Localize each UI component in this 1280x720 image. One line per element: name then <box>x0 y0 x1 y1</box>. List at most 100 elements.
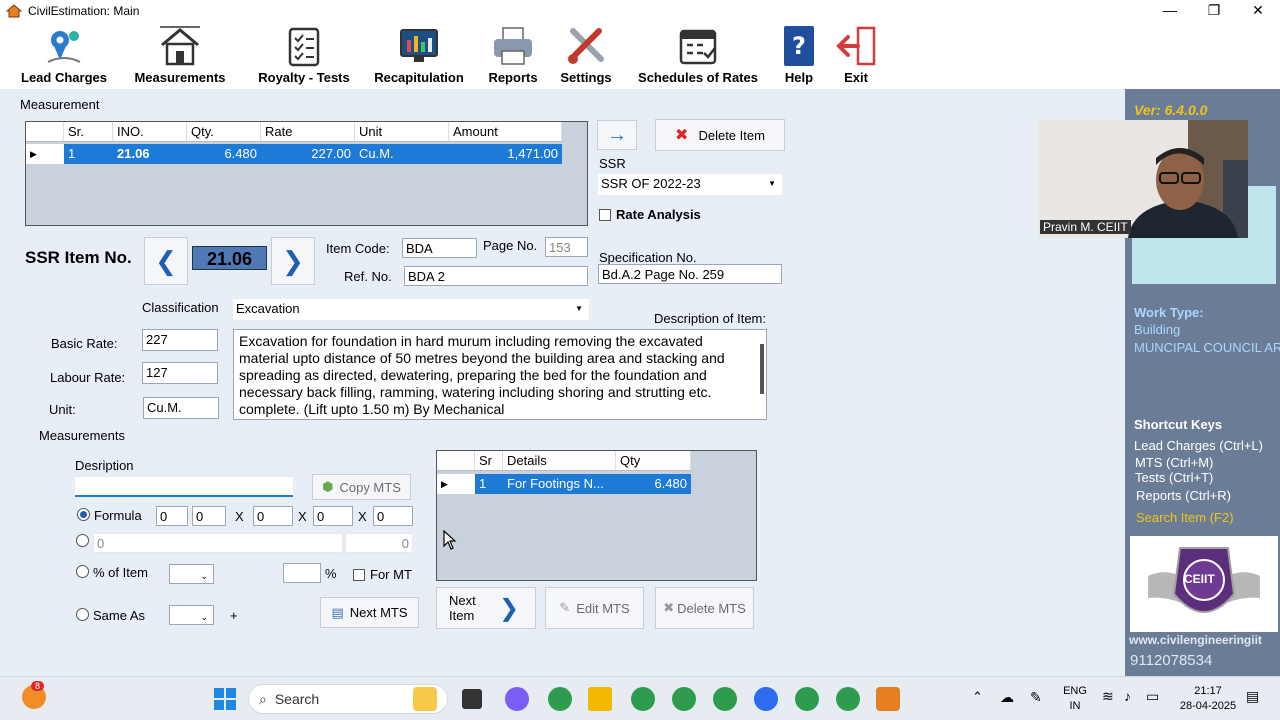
minimize-button[interactable]: — <box>1148 0 1192 22</box>
formula-radio[interactable] <box>77 508 90 521</box>
pct-of-item-radio[interactable] <box>76 565 89 578</box>
formula-value-4[interactable]: 0 <box>313 506 353 526</box>
edit-mts-label: Edit MTS <box>576 600 630 616</box>
item-code-field[interactable]: BDA <box>402 238 477 258</box>
version-text: Ver: 6.4.0.0 <box>1134 102 1208 118</box>
percent-sign: % <box>325 566 337 581</box>
formula-value-3[interactable]: 0 <box>253 506 293 526</box>
free-formula-radio[interactable] <box>76 534 89 547</box>
chrome-profile-c-icon[interactable] <box>672 687 696 711</box>
clock-date[interactable]: 28-04-2025 <box>1176 700 1240 712</box>
labour-rate-field[interactable]: 127 <box>142 362 218 384</box>
formula-value-5[interactable]: 0 <box>373 506 413 526</box>
file-explorer-icon[interactable] <box>588 687 612 711</box>
notification-bell-icon[interactable]: ▤ <box>1246 688 1259 705</box>
shortcut-mts[interactable]: MTS (Ctrl+M) <box>1135 455 1213 470</box>
row-header-cell <box>26 122 64 141</box>
next-item-button[interactable]: Next Item ❯ <box>436 587 536 629</box>
pct-item-select[interactable]: ⌄ <box>169 564 214 584</box>
lead-charges-button[interactable]: Lead Charges <box>18 24 110 88</box>
widgets-icon[interactable] <box>413 687 437 711</box>
pct-value-field[interactable] <box>283 563 321 583</box>
language-top[interactable]: ENG <box>1062 685 1088 697</box>
same-as-radio[interactable] <box>76 608 89 621</box>
exit-button[interactable]: Exit <box>834 24 878 88</box>
mts-description-field[interactable] <box>75 477 293 497</box>
ssr-item-number[interactable]: 21.06 <box>192 246 267 270</box>
delete-item-button[interactable]: ✖ Delete Item <box>655 119 785 151</box>
chrome-profile-k-icon[interactable] <box>631 687 655 711</box>
formula-value-1[interactable]: 0 <box>156 506 188 526</box>
page-no-field[interactable]: 153 <box>545 237 588 257</box>
same-as-select[interactable]: ⌄ <box>169 605 214 625</box>
pen-icon[interactable]: ✎ <box>1030 689 1042 706</box>
classification-select[interactable]: Excavation ▼ <box>233 299 589 320</box>
ref-no-field[interactable]: BDA 2 <box>404 266 588 286</box>
shortcut-reports[interactable]: Reports (Ctrl+R) <box>1136 488 1231 503</box>
measurement-grid[interactable]: Sr. INO. Qty. Rate Unit Amount ▶ 1 21.06… <box>25 121 588 226</box>
shortcut-keys-title: Shortcut Keys <box>1134 417 1223 432</box>
recapitulation-button[interactable]: Recapitulation <box>370 24 468 88</box>
chrome-profile-p-icon[interactable] <box>713 687 737 711</box>
windows-start-icon[interactable] <box>213 687 237 711</box>
chevron-right-icon: ❯ <box>499 594 520 622</box>
language-bottom[interactable]: IN <box>1062 700 1088 712</box>
zoom-icon[interactable] <box>754 687 778 711</box>
next-mts-button[interactable]: ▤ Next MTS <box>320 597 419 628</box>
search-item-shortcut[interactable]: Search Item (F2) <box>1136 510 1234 525</box>
chevron-down-icon: ⌄ <box>200 612 208 622</box>
delete-mts-label: Delete MTS <box>677 600 746 616</box>
cell-unit: Cu.M. <box>355 144 449 164</box>
maximize-button[interactable]: ❐ <box>1192 0 1236 22</box>
description-textarea[interactable]: Excavation for foundation in hard murum … <box>233 329 767 420</box>
help-button[interactable]: ? Help <box>780 24 818 88</box>
basic-rate-field[interactable]: 227 <box>142 329 218 351</box>
mts-grid[interactable]: Sr Details Qty ▶ 1 For Footings N... 6.4… <box>436 450 757 581</box>
labour-rate-label: Labour Rate: <box>50 370 126 385</box>
transfer-arrow-button[interactable]: → <box>597 120 637 150</box>
civil-estimation-app-icon[interactable] <box>876 687 900 711</box>
delete-mts-button[interactable]: ✖ Delete MTS <box>655 587 754 629</box>
tool-label: Settings <box>560 70 612 85</box>
unit-field[interactable]: Cu.M. <box>143 397 219 419</box>
task-view-icon[interactable] <box>462 689 482 709</box>
measurements-button[interactable]: Measurements <box>130 24 230 88</box>
for-mt-checkbox[interactable] <box>353 569 365 581</box>
battery-icon[interactable]: ▭ <box>1146 688 1159 705</box>
copy-mts-button[interactable]: ⬢ Copy MTS <box>312 474 411 500</box>
wifi-icon[interactable]: ≋ <box>1102 688 1114 705</box>
shortcut-tests[interactable]: Tests (Ctrl+T) <box>1135 470 1213 485</box>
ssr-select[interactable]: SSR OF 2022-23 ▼ <box>598 174 782 195</box>
measurements-section-label: Measurements <box>39 428 125 443</box>
edit-mts-button[interactable]: ✎ Edit MTS <box>545 587 644 629</box>
ssr-select-value: SSR OF 2022-23 <box>601 176 701 191</box>
clock-time[interactable]: 21:17 <box>1176 685 1240 697</box>
schedules-of-rates-button[interactable]: Schedules of Rates <box>633 24 763 88</box>
specification-field[interactable]: Bd.A.2 Page No. 259 <box>598 264 782 284</box>
reports-button[interactable]: Reports <box>486 24 540 88</box>
copilot-icon[interactable] <box>505 687 529 711</box>
chevron-up-icon[interactable]: ⌃ <box>972 689 983 705</box>
royalty-tests-button[interactable]: Royalty - Tests <box>253 24 355 88</box>
next-item-arrow-button[interactable]: ❯ <box>271 237 315 285</box>
tool-label: Schedules of Rates <box>638 70 758 85</box>
formula-label: Formula <box>94 508 142 523</box>
formula-value-2[interactable]: 0 <box>192 506 226 526</box>
free-formula-field[interactable]: 0 <box>93 533 343 553</box>
settings-button[interactable]: Settings <box>556 24 616 88</box>
table-row[interactable]: ▶ 1 For Footings N... 6.480 <box>437 474 691 494</box>
close-button[interactable]: ✕ <box>1236 0 1280 22</box>
chrome-icon[interactable] <box>836 687 860 711</box>
multiply-sign: X <box>298 509 307 524</box>
table-row[interactable]: ▶ 1 21.06 6.480 227.00 Cu.M. 1,471.00 <box>26 144 562 164</box>
chrome-profile-n-icon[interactable] <box>795 687 819 711</box>
shortcut-lead-charges[interactable]: Lead Charges (Ctrl+L) <box>1134 438 1263 453</box>
onedrive-icon[interactable]: ☁ <box>1000 689 1014 706</box>
rate-analysis-checkbox[interactable] <box>599 209 611 221</box>
chrome-icon[interactable] <box>548 687 572 711</box>
speaker-icon[interactable]: ♪ <box>1124 688 1131 704</box>
cell-qty: 6.480 <box>616 474 691 494</box>
delete-item-label: Delete Item <box>698 127 765 143</box>
description-scrollbar[interactable] <box>760 344 764 394</box>
prev-item-button[interactable]: ❮ <box>144 237 188 285</box>
